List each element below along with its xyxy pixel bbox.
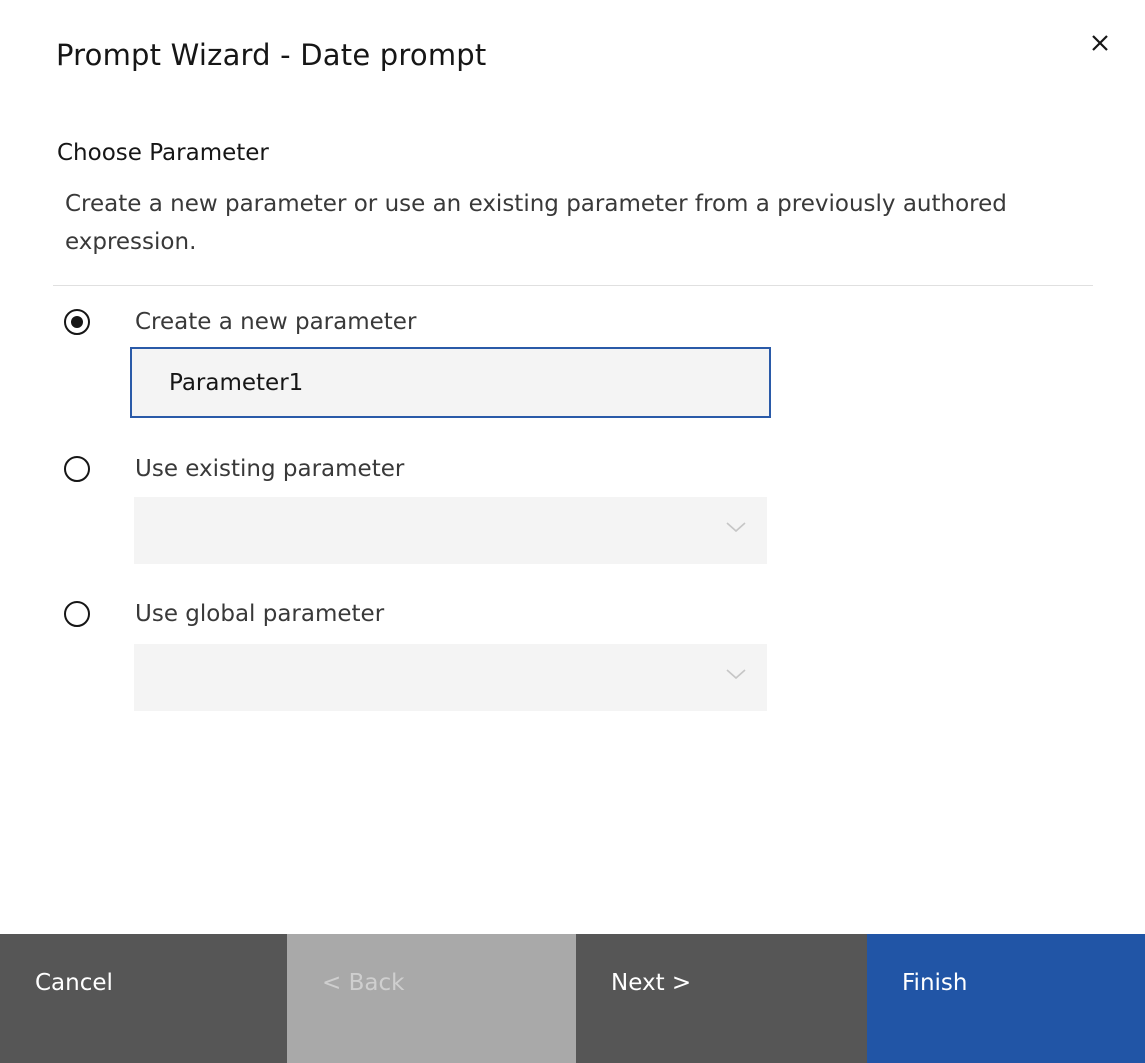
section-heading: Choose Parameter	[57, 140, 269, 166]
option-use-global-parameter[interactable]: Use global parameter	[64, 601, 384, 627]
option-create-new-parameter[interactable]: Create a new parameter	[64, 309, 416, 335]
close-icon[interactable]	[1085, 28, 1115, 58]
chevron-down-icon	[726, 669, 746, 680]
radio-use-global-parameter[interactable]	[64, 601, 90, 627]
section-description: Create a new parameter or use an existin…	[65, 191, 1007, 255]
option-label-use-global: Use global parameter	[135, 601, 385, 627]
new-parameter-name-input[interactable]	[130, 347, 771, 418]
chevron-down-icon	[726, 522, 746, 533]
prompt-wizard-dialog: Prompt Wizard - Date prompt Choose Param…	[0, 0, 1145, 1063]
dialog-footer: Cancel < Back Next > Finish	[0, 934, 1145, 1063]
option-label-use-existing: Use existing parameter	[135, 456, 405, 482]
option-use-existing-parameter[interactable]: Use existing parameter	[64, 456, 404, 482]
finish-button[interactable]: Finish	[867, 934, 1145, 1063]
existing-parameter-select[interactable]	[134, 497, 767, 564]
radio-create-new-parameter[interactable]	[64, 309, 90, 335]
cancel-button[interactable]: Cancel	[0, 934, 287, 1063]
divider	[53, 285, 1093, 286]
radio-use-existing-parameter[interactable]	[64, 456, 90, 482]
back-button[interactable]: < Back	[287, 934, 576, 1063]
next-button[interactable]: Next >	[576, 934, 867, 1063]
global-parameter-select[interactable]	[134, 644, 767, 711]
dialog-title: Prompt Wizard - Date prompt	[56, 38, 487, 72]
option-label-create-new: Create a new parameter	[135, 309, 417, 335]
